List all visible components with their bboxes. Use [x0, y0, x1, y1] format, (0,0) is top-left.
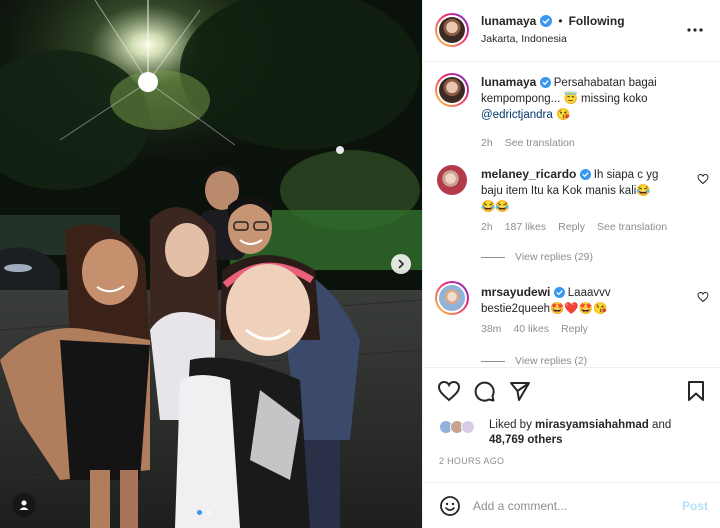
verified-badge-icon — [579, 169, 591, 180]
comment-text-2: baju item Itu ka Kok manis kali — [481, 185, 637, 197]
share-button[interactable] — [509, 380, 531, 405]
author-avatar[interactable] — [435, 13, 469, 47]
follow-status-button[interactable]: Following — [569, 14, 625, 28]
liked-by-prefix: Liked by — [489, 419, 532, 431]
comment-likes-count[interactable]: 40 likes — [513, 323, 549, 335]
comments-list[interactable]: lunamaya Persahabatan bagai kempompong..… — [423, 63, 720, 367]
caption-text-1: Persahabatan bagai — [553, 77, 657, 89]
commenter-avatar[interactable] — [435, 281, 469, 315]
comment-text-1: Ih siapa c yg — [593, 169, 659, 181]
emoji-picker-button[interactable] — [439, 495, 461, 520]
view-replies-button[interactable]: View replies (29) — [481, 251, 593, 263]
comment-time: 2h — [481, 221, 493, 233]
comment-see-translation[interactable]: See translation — [597, 221, 667, 233]
caption-see-translation[interactable]: See translation — [505, 137, 575, 149]
commenter-username[interactable]: mrsayudewi — [481, 285, 550, 299]
comment-bubble-icon — [474, 381, 495, 402]
paper-plane-icon — [510, 382, 530, 401]
post-location[interactable]: Jakarta, Indonesia — [481, 33, 567, 45]
caption-item: lunamaya Persahabatan bagai kempompong..… — [435, 71, 709, 153]
liked-by-count[interactable]: 48,769 others — [489, 434, 563, 446]
comment-item: mrsayudewi Laaavvv bestie2queeh🤩❤️🤩😘 38m — [435, 281, 709, 367]
comment-item: melaney_ricardo Ih siapa c yg baju item … — [435, 163, 709, 271]
liked-by-user[interactable]: mirasyamsiahahmad — [535, 419, 649, 431]
post-actions: Liked by mirasyamsiahahmad and 48,769 ot… — [423, 367, 720, 481]
chevron-right-icon — [398, 259, 405, 269]
view-replies-label: View replies (2) — [515, 355, 588, 367]
heart-icon — [697, 291, 709, 303]
verified-badge-icon — [539, 77, 551, 88]
carousel-dot-2 — [206, 510, 211, 515]
post-header: lunamaya • Following Jakarta, Indonesia — [423, 0, 720, 62]
caption-mention-link[interactable]: @edrictjandra — [481, 109, 553, 121]
caption-text-2: kempompong... — [481, 93, 561, 105]
next-slide-button[interactable] — [391, 254, 411, 274]
liker-avatar[interactable] — [461, 420, 475, 434]
like-button[interactable] — [437, 380, 461, 405]
view-replies-button[interactable]: View replies (2) — [481, 355, 587, 367]
post-photo[interactable] — [0, 0, 422, 528]
comment-emoji-end: 😂 — [636, 185, 651, 197]
comment-emoji-line: 😂😂 — [481, 201, 510, 213]
comment-text-2: bestie2queeh — [481, 303, 551, 315]
bookmark-icon — [688, 381, 704, 401]
verified-badge-icon — [540, 15, 553, 27]
night-selfie-image — [0, 0, 422, 528]
caption-emoji-2: 😘 — [555, 109, 571, 121]
heart-icon — [697, 173, 709, 185]
more-options-button[interactable] — [685, 22, 705, 38]
replies-divider-line — [481, 360, 505, 362]
post-comment-button[interactable]: Post — [682, 499, 708, 513]
comment-button[interactable] — [473, 380, 495, 405]
caption-author-avatar[interactable] — [435, 73, 469, 107]
like-comment-button[interactable] — [697, 291, 709, 306]
comment-text-1: Laaavvv — [567, 287, 611, 299]
view-replies-label: View replies (29) — [515, 251, 594, 263]
tagged-users-button[interactable] — [12, 493, 36, 517]
caption-emoji-1: 😇 — [563, 93, 578, 105]
comment-likes-count[interactable]: 187 likes — [505, 221, 546, 233]
comment-reply-button[interactable]: Reply — [558, 221, 585, 233]
save-button[interactable] — [686, 380, 706, 405]
comment-input[interactable] — [473, 497, 663, 515]
commenter-username[interactable]: melaney_ricardo — [481, 167, 576, 181]
commenter-avatar[interactable] — [437, 165, 467, 195]
caption-time: 2h — [481, 137, 493, 149]
caption-text-3: missing koko — [581, 93, 648, 105]
comment-time: 38m — [481, 323, 502, 335]
user-icon — [19, 500, 29, 510]
post-timestamp[interactable]: 2 HOURS AGO — [439, 456, 504, 466]
carousel-dot-1 — [197, 510, 202, 515]
author-username[interactable]: lunamaya — [481, 14, 536, 28]
post-details-panel: lunamaya • Following Jakarta, Indonesia — [422, 0, 720, 528]
smiley-icon — [440, 496, 460, 516]
heart-icon — [437, 380, 461, 402]
add-comment-bar: Post — [423, 482, 720, 528]
more-horizontal-icon — [687, 28, 703, 32]
separator-dot: • — [558, 14, 563, 28]
liked-by-and: and — [652, 419, 672, 431]
like-comment-button[interactable] — [697, 173, 709, 188]
replies-divider-line — [481, 256, 505, 258]
comment-emojis: 🤩❤️🤩😘 — [550, 303, 608, 315]
likes-summary: Liked by mirasyamsiahahmad and 48,769 ot… — [489, 418, 709, 448]
verified-badge-icon — [553, 287, 565, 298]
caption-author[interactable]: lunamaya — [481, 75, 536, 89]
carousel-indicator — [197, 510, 211, 515]
comment-reply-button[interactable]: Reply — [561, 323, 588, 335]
